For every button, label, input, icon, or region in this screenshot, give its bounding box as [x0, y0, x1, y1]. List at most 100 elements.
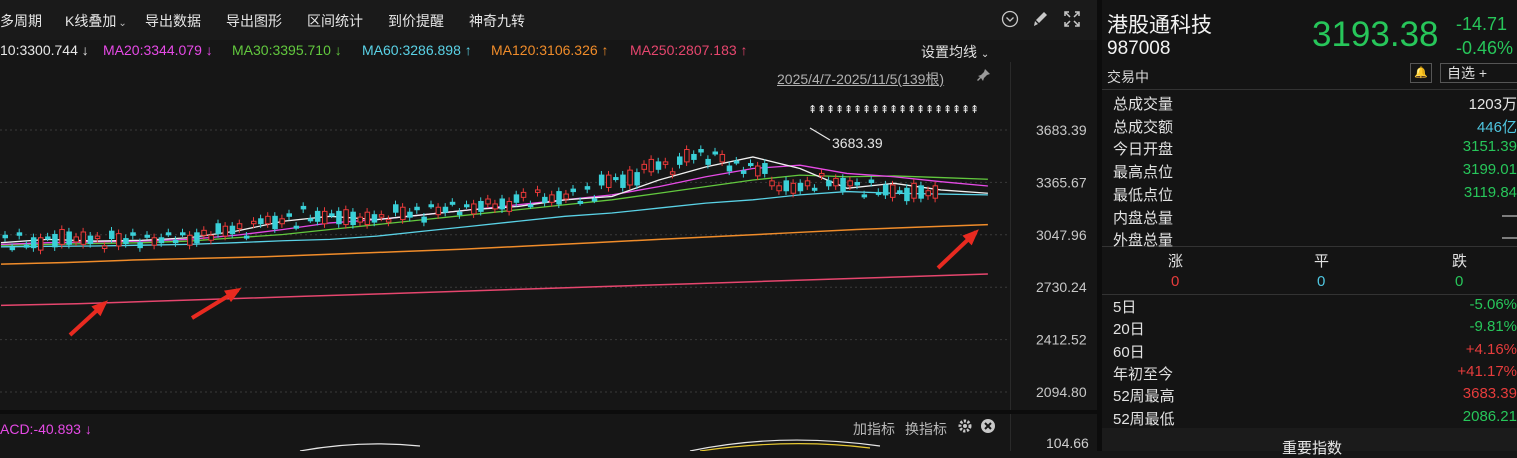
breadth-header-2: 跌: [1452, 253, 1468, 270]
pin-icon[interactable]: [977, 68, 991, 85]
annotation-arrows: 3683.39⇞ ⇞ ⇞ ⇞ ⇞ ⇞ ⇞ ⇞ ⇞ ⇞ ⇞ ⇞ ⇞ ⇞ ⇞ ⇞ ⇞ ⇞ ⇞: [68, 104, 979, 337]
candle-body: [499, 198, 505, 210]
candle-body: [598, 174, 605, 186]
candle-body: [492, 203, 498, 210]
quote-panel: 港股通科技 987008 3193.38 -14.71 -0.46% 交易中 🔔…: [1102, 0, 1517, 457]
candle-body: [378, 214, 385, 218]
important-index-header[interactable]: 重要指数: [1102, 428, 1517, 457]
candle-body: [897, 190, 903, 194]
period-5-label: 52周最低: [1113, 410, 1175, 428]
stat-5-label: 内盘总量: [1113, 209, 1174, 227]
up-signal-arrow: ⇞: [871, 104, 880, 116]
y-axis: 3683.39 3365.67 3047.96 2730.24 2412.52 2094.…: [1036, 122, 1087, 400]
candle-body: [748, 163, 754, 167]
candle-body: [925, 190, 931, 197]
candle-body: [861, 194, 868, 198]
add-indicator-button[interactable]: 加指标: [853, 419, 895, 439]
candle-body: [577, 200, 584, 204]
candle-body: [584, 186, 591, 190]
up-signal-arrow: ⇞: [907, 104, 916, 116]
candle-body: [740, 170, 747, 174]
candle-body: [485, 198, 491, 205]
candle-body: [52, 233, 58, 248]
ma-settings-dropdown[interactable]: 设置均线 ⌄: [921, 42, 989, 62]
macd-axis-value: 104.66: [1046, 435, 1089, 451]
y-tick-label: 2730.24: [1036, 279, 1087, 295]
multi-period-button[interactable]: 多周期: [0, 11, 42, 31]
candle-body: [350, 211, 356, 226]
candle-body: [187, 234, 193, 246]
candle-body: [9, 247, 16, 251]
candle-body: [215, 223, 221, 235]
date-range-label[interactable]: 2025/4/7-2025/11/5(139根): [777, 69, 944, 89]
candle-body: [180, 232, 186, 236]
export-data-button[interactable]: 导出数据: [145, 11, 201, 31]
close-icon[interactable]: [980, 418, 996, 438]
period-1-value: -9.81%: [1469, 318, 1517, 336]
up-signal-arrow: ⇞: [952, 104, 961, 116]
panel-divider[interactable]: [0, 410, 1097, 414]
export-image-button[interactable]: 导出图形: [226, 11, 282, 31]
candle-body: [343, 209, 349, 226]
candle-body: [385, 219, 392, 223]
candle-body: [400, 206, 406, 221]
candle-body: [201, 229, 207, 236]
candle-body: [677, 156, 683, 165]
candle-body: [733, 160, 740, 164]
up-signal-arrow: ⇞: [808, 104, 817, 116]
candle-body: [336, 210, 342, 225]
magic-nine-button[interactable]: 神奇九转: [469, 11, 525, 31]
y-tick-label: 3047.96: [1036, 227, 1087, 243]
divider: [1102, 89, 1517, 90]
candle-body: [130, 232, 136, 236]
candle-body: [123, 238, 129, 245]
candle-body: [790, 182, 797, 194]
stat-1-label: 总成交额: [1113, 118, 1174, 136]
candle-body: [542, 196, 548, 203]
period-3-value: +41.17%: [1457, 362, 1517, 380]
candle-body: [826, 180, 832, 187]
candle-body: [648, 158, 655, 173]
ma120-value: MA120:3106.326 ↑: [491, 42, 609, 58]
candle-body: [165, 232, 172, 236]
y-tick-label: 3683.39: [1036, 122, 1087, 138]
up-signal-arrow: ⇞: [889, 104, 898, 116]
period-1-label: 20日: [1113, 321, 1145, 339]
candle-body: [769, 180, 775, 187]
price-alert-button[interactable]: 到价提醒: [388, 11, 444, 31]
chevron-down-icon: ⌄: [118, 18, 127, 29]
add-watchlist-button[interactable]: 自选 +: [1440, 63, 1517, 83]
candle-body: [726, 165, 733, 172]
candle-body: [847, 180, 853, 187]
candle-body: [854, 182, 860, 186]
brush-icon[interactable]: [1030, 10, 1050, 30]
candle-body: [662, 161, 669, 165]
candle-body: [620, 174, 626, 188]
fullscreen-icon[interactable]: [1062, 10, 1082, 30]
price-change-pct: -0.46%: [1456, 38, 1514, 58]
gear-icon[interactable]: [957, 418, 973, 438]
bell-icon[interactable]: 🔔: [1410, 63, 1432, 83]
candle-body: [698, 149, 704, 153]
kline-chart[interactable]: 3683.39⇞ ⇞ ⇞ ⇞ ⇞ ⇞ ⇞ ⇞ ⇞ ⇞ ⇞ ⇞ ⇞ ⇞ ⇞ ⇞ ⇞ ⇞ ⇞ 3683.393365.6…: [0, 0, 1097, 451]
candle-body: [258, 218, 264, 225]
up-signal-arrow: ⇞: [862, 104, 871, 116]
collapse-circle-icon[interactable]: [1000, 10, 1020, 30]
candle-body: [208, 234, 214, 241]
candle-body: [16, 232, 23, 236]
candle-body: [627, 169, 633, 186]
ma250-line: [0, 273, 988, 307]
candle-body: [94, 235, 101, 240]
candle-body: [442, 206, 449, 213]
candle-body: [251, 220, 257, 225]
candle-body: [229, 225, 236, 235]
candle-body: [329, 213, 335, 217]
period-5-value: 2086.21: [1462, 407, 1517, 425]
candle-body: [243, 235, 250, 239]
candle-body: [407, 211, 413, 218]
range-stats-button[interactable]: 区间统计: [307, 11, 363, 31]
ma30-value: MA30:3395.710 ↓: [232, 42, 342, 58]
kline-overlay-dropdown[interactable]: K线叠加 ⌄: [65, 11, 127, 31]
candle-body: [371, 214, 378, 223]
switch-indicator-button[interactable]: 换指标: [905, 419, 947, 439]
